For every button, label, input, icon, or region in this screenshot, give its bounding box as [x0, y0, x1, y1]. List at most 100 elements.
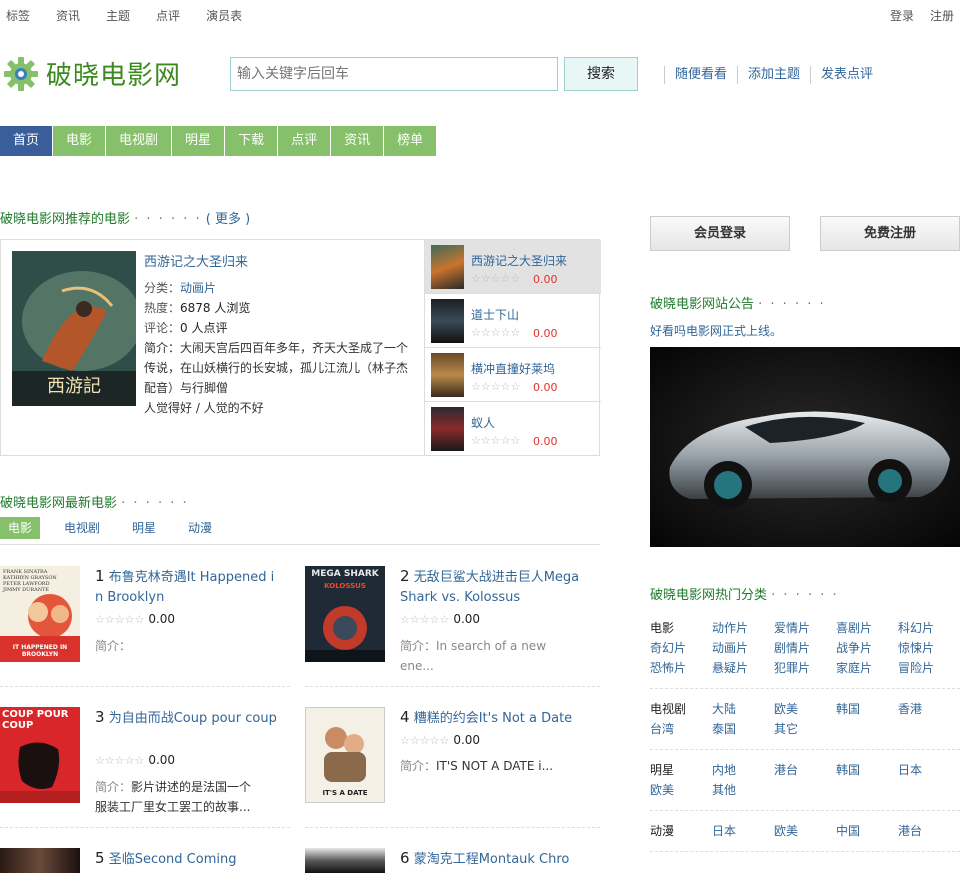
tab-stars[interactable]: 明星 — [124, 517, 164, 539]
featured-title[interactable]: 西游记之大圣归来 — [144, 251, 409, 270]
category-link[interactable]: 犯罪片 — [774, 658, 836, 678]
category-link[interactable]: 日本 — [712, 821, 774, 841]
movie-title[interactable]: 2 无敌巨鲨大战进击巨人Mega Shark vs. Kolossus — [400, 566, 582, 608]
movie-rank: 1 — [95, 567, 105, 585]
nav-reviews[interactable]: 点评 — [278, 126, 331, 156]
movie-poster[interactable]: MEGA SHARK KOLOSSUS — [305, 566, 385, 662]
top-link-tags[interactable]: 标签 — [6, 7, 30, 24]
free-register-button[interactable]: 免费注册 — [820, 216, 960, 251]
category-head[interactable]: 明星 — [650, 760, 712, 780]
category-link[interactable]: 香港 — [898, 699, 960, 719]
category-head[interactable]: 动漫 — [650, 821, 712, 841]
recommend-item-name[interactable]: 蚁人 — [471, 414, 495, 431]
movie-title-text[interactable]: 无敌巨鲨大战进击巨人Mega Shark vs. Kolossus — [400, 570, 579, 605]
category-link[interactable]: 其它 — [774, 719, 836, 739]
nav-movies[interactable]: 电影 — [53, 126, 106, 156]
category-link[interactable]: 动作片 — [712, 618, 774, 638]
category-link[interactable]: 欧美 — [650, 780, 712, 800]
category-link[interactable]: 家庭片 — [836, 658, 898, 678]
recommend-item[interactable]: 蚁人 ☆☆☆☆☆ 0.00 — [425, 402, 601, 456]
category-link[interactable]: 韩国 — [836, 760, 898, 780]
nav-tv[interactable]: 电视剧 — [106, 126, 172, 156]
recommend-item[interactable]: 横冲直撞好莱坞 ☆☆☆☆☆ 0.00 — [425, 348, 601, 402]
featured-info: 西游记之大圣归来 分类：动画片 热度：6878 人浏览 评论：0 人点评 简介：… — [144, 251, 409, 418]
ad-banner-image[interactable] — [650, 347, 960, 547]
featured-vote[interactable]: 人觉得好 / 人觉的不好 — [144, 398, 409, 418]
category-link[interactable]: 奇幻片 — [650, 638, 712, 658]
category-link[interactable]: 中国 — [836, 821, 898, 841]
recommend-item[interactable]: 西游记之大圣归来 ☆☆☆☆☆ 0.00 — [425, 240, 601, 294]
movie-title[interactable]: 4 糟糕的约会It's Not a Date — [400, 707, 582, 729]
category-link[interactable]: 战争片 — [836, 638, 898, 658]
category-link[interactable]: 喜剧片 — [836, 618, 898, 638]
movie-title-text[interactable]: 布鲁克林奇遇It Happened in Brooklyn — [95, 570, 274, 605]
recommend-item-name[interactable]: 西游记之大圣归来 — [471, 252, 567, 269]
top-link-news[interactable]: 资讯 — [56, 7, 80, 24]
top-link-cast[interactable]: 演员表 — [206, 7, 242, 24]
category-head[interactable]: 电视剧 — [650, 699, 712, 719]
recommend-item-name[interactable]: 横冲直撞好莱坞 — [471, 360, 555, 377]
tab-tv[interactable]: 电视剧 — [56, 517, 108, 539]
random-browse-link[interactable]: 随便看看 — [664, 66, 737, 84]
search-button[interactable]: 搜索 — [564, 57, 638, 91]
movie-title[interactable]: 3 为自由而战Coup pour coup — [95, 707, 277, 729]
category-row: 明星 内地 港台 韩国 日本 欧美 其他 — [650, 760, 960, 800]
category-head[interactable]: 电影 — [650, 618, 712, 638]
tab-anime[interactable]: 动漫 — [180, 517, 220, 539]
search-input[interactable] — [230, 57, 558, 91]
nav-stars[interactable]: 明星 — [172, 126, 225, 156]
site-logo[interactable]: 破晓电影网 — [4, 55, 181, 92]
category-link[interactable]: 恐怖片 — [650, 658, 712, 678]
movie-title-text[interactable]: 糟糕的约会It's Not a Date — [414, 711, 573, 726]
recommend-more-link[interactable]: ( 更多 ) — [206, 212, 250, 227]
movie-title-text[interactable]: 圣临Second Coming — [109, 852, 237, 867]
category-link[interactable]: 港台 — [774, 760, 836, 780]
category-link[interactable]: 欧美 — [774, 821, 836, 841]
nav-download[interactable]: 下载 — [225, 126, 278, 156]
movie-title[interactable]: 5 圣临Second Coming — [95, 848, 277, 870]
category-link[interactable]: 悬疑片 — [712, 658, 774, 678]
movie-title[interactable]: 1 布鲁克林奇遇It Happened in Brooklyn — [95, 566, 277, 608]
tab-movies[interactable]: 电影 — [0, 517, 41, 539]
movie-poster[interactable]: IT'S A DATE — [305, 707, 385, 803]
add-topic-link[interactable]: 添加主题 — [737, 66, 810, 84]
category-link[interactable]: 欧美 — [774, 699, 836, 719]
movie-poster[interactable] — [0, 848, 80, 873]
member-login-button[interactable]: 会员登录 — [650, 216, 790, 251]
recommend-item[interactable]: 道士下山 ☆☆☆☆☆ 0.00 — [425, 294, 601, 348]
category-value[interactable]: 动画片 — [180, 281, 216, 295]
top-link-reviews[interactable]: 点评 — [156, 7, 180, 24]
movie-title-text[interactable]: 蒙淘克工程Montauk Chro — [414, 852, 570, 867]
movie-poster[interactable]: COUP POUR COUP — [0, 707, 80, 803]
category-link[interactable]: 惊悚片 — [898, 638, 960, 658]
category-link[interactable]: 台湾 — [650, 719, 712, 739]
movie-title-text[interactable]: 为自由而战Coup pour coup — [109, 711, 277, 726]
category-link[interactable]: 泰国 — [712, 719, 774, 739]
register-link[interactable]: 注册 — [930, 7, 954, 24]
movie-poster[interactable]: FRANK SINATRA KATHRYN GRAYSON PETER LAWF… — [0, 566, 80, 662]
movie-poster-art — [305, 566, 385, 662]
nav-home[interactable]: 首页 — [0, 126, 53, 156]
category-link[interactable]: 港台 — [898, 821, 960, 841]
category-link[interactable]: 内地 — [712, 760, 774, 780]
category-link[interactable]: 日本 — [898, 760, 960, 780]
featured-poster[interactable]: 西游記 — [12, 251, 136, 406]
top-link-topics[interactable]: 主题 — [106, 7, 130, 24]
nav-ranking[interactable]: 榜单 — [384, 126, 437, 156]
movie-rating: ☆☆☆☆☆ 0.00 — [95, 612, 175, 626]
login-link[interactable]: 登录 — [890, 7, 914, 24]
post-review-link[interactable]: 发表点评 — [810, 66, 883, 84]
category-link[interactable]: 大陆 — [712, 699, 774, 719]
category-link[interactable]: 韩国 — [836, 699, 898, 719]
notice-text[interactable]: 好看吗电影网正式上线。 — [650, 322, 782, 339]
recommend-item-name[interactable]: 道士下山 — [471, 306, 519, 323]
category-link[interactable]: 其他 — [712, 780, 774, 800]
category-link[interactable]: 爱情片 — [774, 618, 836, 638]
category-link[interactable]: 剧情片 — [774, 638, 836, 658]
category-link[interactable]: 冒险片 — [898, 658, 960, 678]
movie-poster[interactable] — [305, 848, 385, 873]
category-link[interactable]: 动画片 — [712, 638, 774, 658]
movie-title[interactable]: 6 蒙淘克工程Montauk Chro — [400, 848, 585, 870]
category-link[interactable]: 科幻片 — [898, 618, 960, 638]
nav-news[interactable]: 资讯 — [331, 126, 384, 156]
